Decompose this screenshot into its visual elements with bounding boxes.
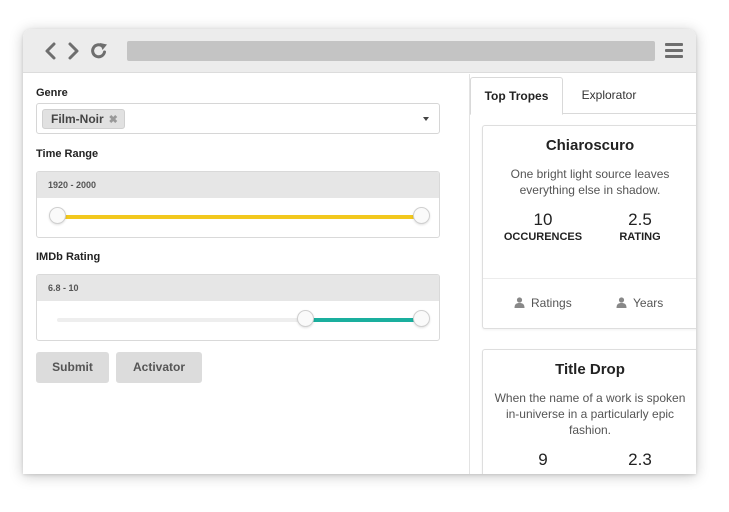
trope-title: Chiaroscuro: [545, 137, 635, 154]
trope-card: Chiaroscuro One bright light source leav…: [482, 125, 696, 329]
panel-tabs: Top Tropes Explorator: [470, 77, 696, 115]
rating-value: 2.5: [628, 210, 652, 229]
ratings-link-label: Ratings: [531, 296, 572, 310]
years-link-label: Years: [633, 296, 664, 310]
ratings-link[interactable]: Ratings: [514, 296, 572, 310]
trope-description: When the name of a work is spoken in-uni…: [494, 391, 686, 437]
imdb-rating-fill: [304, 318, 421, 322]
imdb-rating-max-handle[interactable]: [413, 310, 430, 327]
imdb-rating-track[interactable]: [57, 318, 421, 322]
tropes-panel: Top Tropes Explorator Chiaroscuro One br…: [469, 74, 696, 474]
imdb-rating-label: IMDb Rating: [36, 251, 101, 263]
imdb-rating-min-handle[interactable]: [296, 310, 314, 327]
activator-button[interactable]: Activator: [116, 352, 202, 383]
page-content: Genre Film-Noir ✖ Time Range 1920 - 2000 …: [23, 74, 696, 474]
occurences-value: 9: [538, 450, 548, 469]
genre-label: Genre: [36, 87, 68, 99]
trope-stats: 10 OCCURENCES 2.5 RATING: [483, 210, 696, 256]
browser-toolbar: [23, 29, 696, 73]
trope-title: Title Drop: [555, 361, 625, 378]
rating-stat: 2.3: [590, 450, 690, 469]
remove-chip-icon[interactable]: ✖: [109, 114, 118, 126]
time-range-max-handle[interactable]: [413, 207, 430, 224]
genre-chip: Film-Noir ✖: [42, 109, 125, 129]
trope-card: Title Drop When the name of a work is sp…: [482, 349, 696, 474]
browser-window: Genre Film-Noir ✖ Time Range 1920 - 2000 …: [23, 29, 696, 474]
tab-explorator[interactable]: Explorator: [563, 77, 655, 114]
time-range-fill: [57, 215, 421, 219]
submit-button[interactable]: Submit: [36, 352, 109, 383]
trope-card-footer: Ratings Years: [483, 278, 696, 328]
time-range-min-handle[interactable]: [49, 207, 66, 224]
user-icon: [514, 297, 525, 308]
occurences-caption: OCCURENCES: [503, 231, 583, 243]
time-range-value: 1920 - 2000: [37, 172, 439, 198]
rating-caption: RATING: [619, 231, 661, 243]
reload-icon[interactable]: [89, 41, 109, 61]
time-range-label: Time Range: [36, 148, 99, 160]
trope-description: One bright light source leaves everythin…: [510, 167, 670, 197]
time-range-slider: 1920 - 2000: [36, 171, 440, 238]
rating-stat: 2.5 RATING: [590, 210, 690, 243]
occurences-stat: 9: [493, 450, 593, 469]
imdb-rating-slider: 6.8 - 10: [36, 274, 440, 341]
rating-value: 2.3: [628, 450, 652, 469]
chevron-left-icon[interactable]: [41, 41, 61, 61]
chevron-right-icon[interactable]: [63, 41, 83, 61]
genre-select[interactable]: Film-Noir ✖: [36, 103, 440, 134]
tab-top-tropes[interactable]: Top Tropes: [470, 77, 563, 115]
time-range-track[interactable]: [57, 215, 421, 219]
trope-stats: 9 2.3: [483, 450, 696, 474]
url-bar[interactable]: [127, 41, 655, 61]
years-link[interactable]: Years: [616, 296, 663, 310]
user-icon: [616, 297, 627, 308]
chevron-down-icon[interactable]: [423, 117, 429, 121]
genre-chip-label: Film-Noir: [51, 112, 104, 126]
occurences-value: 10: [533, 210, 553, 229]
occurences-stat: 10 OCCURENCES: [493, 210, 593, 243]
hamburger-menu-icon[interactable]: [665, 43, 683, 59]
imdb-rating-value: 6.8 - 10: [37, 275, 439, 301]
